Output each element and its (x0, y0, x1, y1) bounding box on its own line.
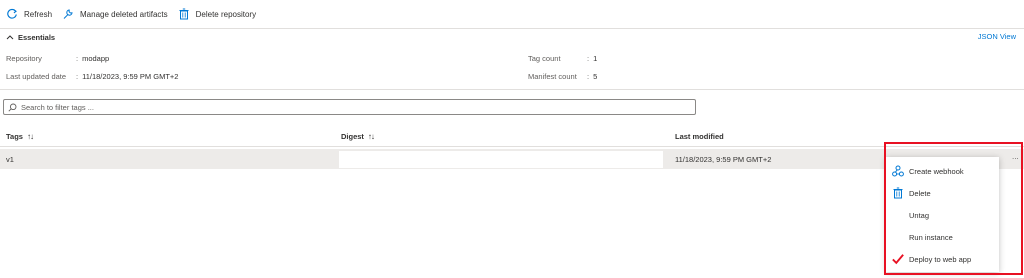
colon: : (587, 72, 590, 81)
essentials-manifest-count: Manifest count : 5 (528, 72, 597, 81)
colon: : (76, 54, 79, 63)
delete-repository-button[interactable]: Delete repository (178, 8, 256, 20)
column-header-tags[interactable]: Tags ↑↓ (6, 132, 34, 141)
command-bar: Refresh Manage deleted artifacts Delete … (0, 0, 1024, 29)
column-header-digest[interactable]: Digest ↑↓ (341, 132, 375, 141)
column-header-label: Tags (6, 132, 23, 141)
chevron-up-icon (6, 35, 14, 40)
refresh-icon (7, 8, 17, 19)
search-icon (8, 103, 17, 112)
delete-repository-label: Delete repository (195, 9, 257, 19)
last-modified-cell: 11/18/2023, 9:59 PM GMT+2 (675, 155, 772, 164)
last-updated-value: 11/18/2023, 9:59 PM GMT+2 (82, 72, 179, 81)
essentials-toggle[interactable]: Essentials (0, 29, 1024, 45)
essentials-divider (0, 89, 1024, 90)
tag-count-label: Tag count (528, 54, 561, 63)
column-header-label: Last modified (675, 132, 724, 141)
manage-deleted-artifacts-button[interactable]: Manage deleted artifacts (62, 8, 168, 20)
manifest-count-label: Manifest count (528, 72, 577, 81)
json-view-link[interactable]: JSON View (978, 32, 1016, 41)
manifest-count-value: 5 (593, 72, 598, 81)
colon: : (587, 54, 590, 63)
wrench-icon (63, 9, 73, 19)
repository-label: Repository (6, 54, 42, 63)
column-header-last-modified[interactable]: Last modified (675, 132, 724, 141)
colon: : (76, 72, 79, 81)
last-updated-label: Last updated date (6, 72, 67, 81)
refresh-label: Refresh (24, 9, 53, 19)
essentials-repository: Repository : modapp (6, 54, 109, 63)
search-input[interactable] (21, 102, 681, 112)
trash-icon (179, 8, 189, 20)
tag-count-value: 1 (593, 54, 598, 63)
tags-grid-header: Tags ↑↓ Digest ↑↓ Last modified (0, 127, 1024, 147)
highlight-box (884, 142, 1023, 275)
essentials-tag-count: Tag count : 1 (528, 54, 597, 63)
manage-deleted-artifacts-label: Manage deleted artifacts (80, 9, 168, 19)
sort-icon: ↑↓ (367, 132, 375, 141)
digest-cell (339, 151, 663, 168)
essentials-title: Essentials (18, 32, 56, 42)
sort-icon: ↑↓ (26, 132, 34, 141)
search-box[interactable] (3, 99, 696, 115)
repository-value: modapp (82, 54, 110, 63)
essentials-last-updated: Last updated date : 11/18/2023, 9:59 PM … (6, 72, 178, 81)
refresh-button[interactable]: Refresh (6, 8, 52, 20)
column-header-label: Digest (341, 132, 364, 141)
tag-cell[interactable]: v1 (6, 155, 14, 164)
